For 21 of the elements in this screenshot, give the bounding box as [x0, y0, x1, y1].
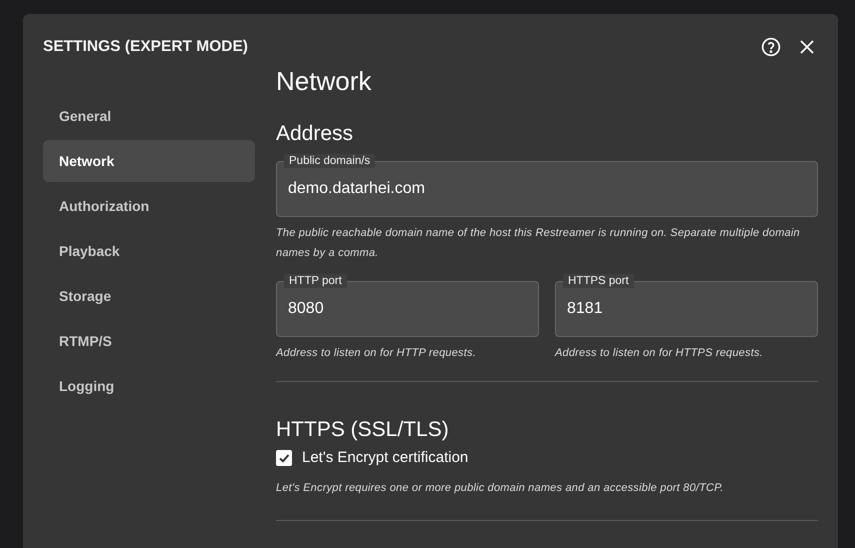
help-text: Let's Encrypt requires one or more public domain names and an accessible port 80/TCP. [276, 481, 725, 496]
sidebar-item[interactable]: Logging [43, 365, 255, 407]
domain-field[interactable]: Public domain/s demo.datarhei.com [276, 153, 818, 217]
dialog-title: SETTINGS (EXPERT MODE) [43, 38, 248, 56]
help-text: Address to listen on for HTTP requests. [276, 346, 477, 361]
help-text: Address to listen on for HTTPS requests. [555, 346, 764, 361]
section-heading: HTTPS (SSL/TLS) [276, 417, 450, 443]
sidebar-item[interactable]: Network [43, 140, 255, 182]
help-icon[interactable] [760, 36, 782, 58]
port-field[interactable]: HTTP port 8080 [276, 273, 539, 337]
help-text: The public reachable domain name of the host this Restreamer is running on. Separate multiple domain names by a comma. [276, 226, 801, 261]
sidebar-item[interactable]: RTMP/S [43, 320, 255, 362]
sidebar-item[interactable]: Playback [43, 230, 255, 272]
sidebar-item[interactable]: Authorization [43, 185, 255, 227]
sidebar-item[interactable]: General [43, 95, 255, 137]
section-heading: Address [276, 121, 354, 147]
page-title: Network [276, 65, 372, 98]
sidebar-item[interactable]: Storage [43, 275, 255, 317]
checkbox-label: Let's Encrypt certification [302, 449, 468, 466]
checkbox[interactable] [276, 450, 292, 466]
port-field[interactable]: HTTPS port 8181 [555, 273, 818, 337]
